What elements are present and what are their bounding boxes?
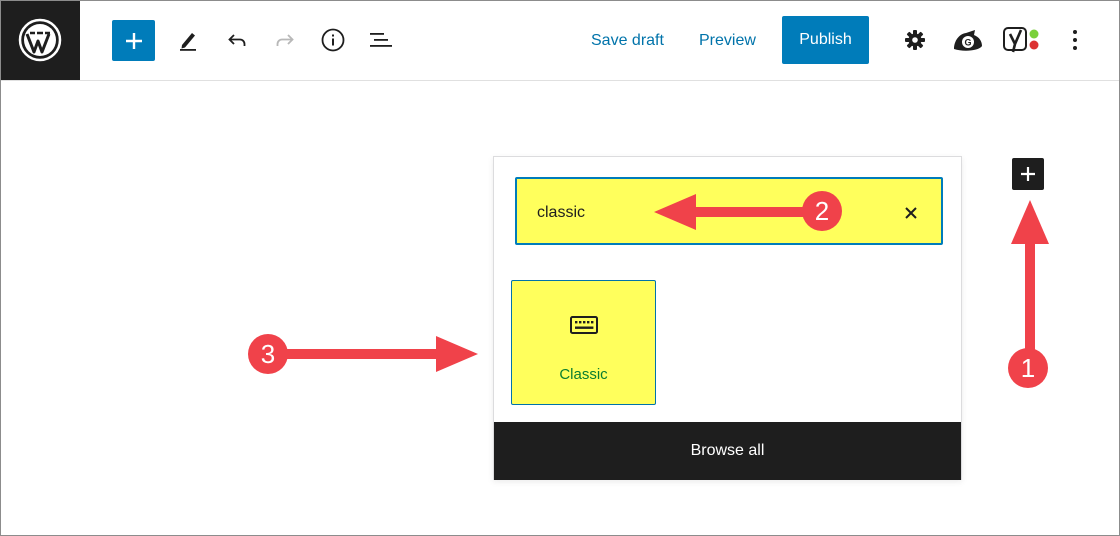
redo-icon xyxy=(276,34,294,46)
more-vertical-icon xyxy=(1073,30,1077,50)
wordpress-logo-icon[interactable] xyxy=(0,0,80,80)
arrow-up-annotation xyxy=(1011,200,1049,356)
arrow-right-annotation xyxy=(282,336,478,372)
save-draft-button[interactable]: Save draft xyxy=(591,30,664,52)
keyboard-icon xyxy=(569,313,599,337)
options-button[interactable] xyxy=(1055,20,1095,60)
publish-button[interactable]: Publish xyxy=(782,16,869,64)
toggle-inserter-button[interactable] xyxy=(112,20,155,61)
plus-icon xyxy=(125,32,142,49)
step-badge-1: 1 xyxy=(1008,348,1048,388)
undo-icon xyxy=(228,34,246,46)
settings-button[interactable] xyxy=(895,20,935,60)
step-badge-2: 2 xyxy=(802,191,842,231)
info-icon xyxy=(321,28,345,52)
undo-button[interactable] xyxy=(217,20,257,60)
tools-button[interactable] xyxy=(168,20,208,60)
yoast-icon xyxy=(1003,27,1039,53)
preview-button[interactable]: Preview xyxy=(699,30,756,52)
arrow-left-annotation xyxy=(654,194,814,230)
list-view-button[interactable] xyxy=(361,20,401,60)
block-result-classic[interactable]: Classic xyxy=(511,280,656,405)
editor-header: Save draft Preview Publish G xyxy=(0,0,1120,81)
gear-icon xyxy=(905,30,925,50)
close-icon xyxy=(905,207,917,219)
plus-icon xyxy=(1021,167,1035,181)
pencil-icon xyxy=(180,33,196,51)
block-result-label: Classic xyxy=(559,366,608,383)
step-badge-3: 3 xyxy=(248,334,288,374)
svg-text:G: G xyxy=(964,38,971,48)
grammarly-button[interactable]: G xyxy=(948,20,988,60)
redo-button[interactable] xyxy=(265,20,305,60)
list-view-icon xyxy=(370,33,392,47)
browse-all-button[interactable]: Browse all xyxy=(494,422,961,480)
clear-search-button[interactable] xyxy=(899,201,923,225)
yoast-button[interactable] xyxy=(1002,20,1042,60)
details-button[interactable] xyxy=(313,20,353,60)
grammarly-icon: G xyxy=(954,30,982,51)
add-block-button[interactable] xyxy=(1012,158,1044,190)
